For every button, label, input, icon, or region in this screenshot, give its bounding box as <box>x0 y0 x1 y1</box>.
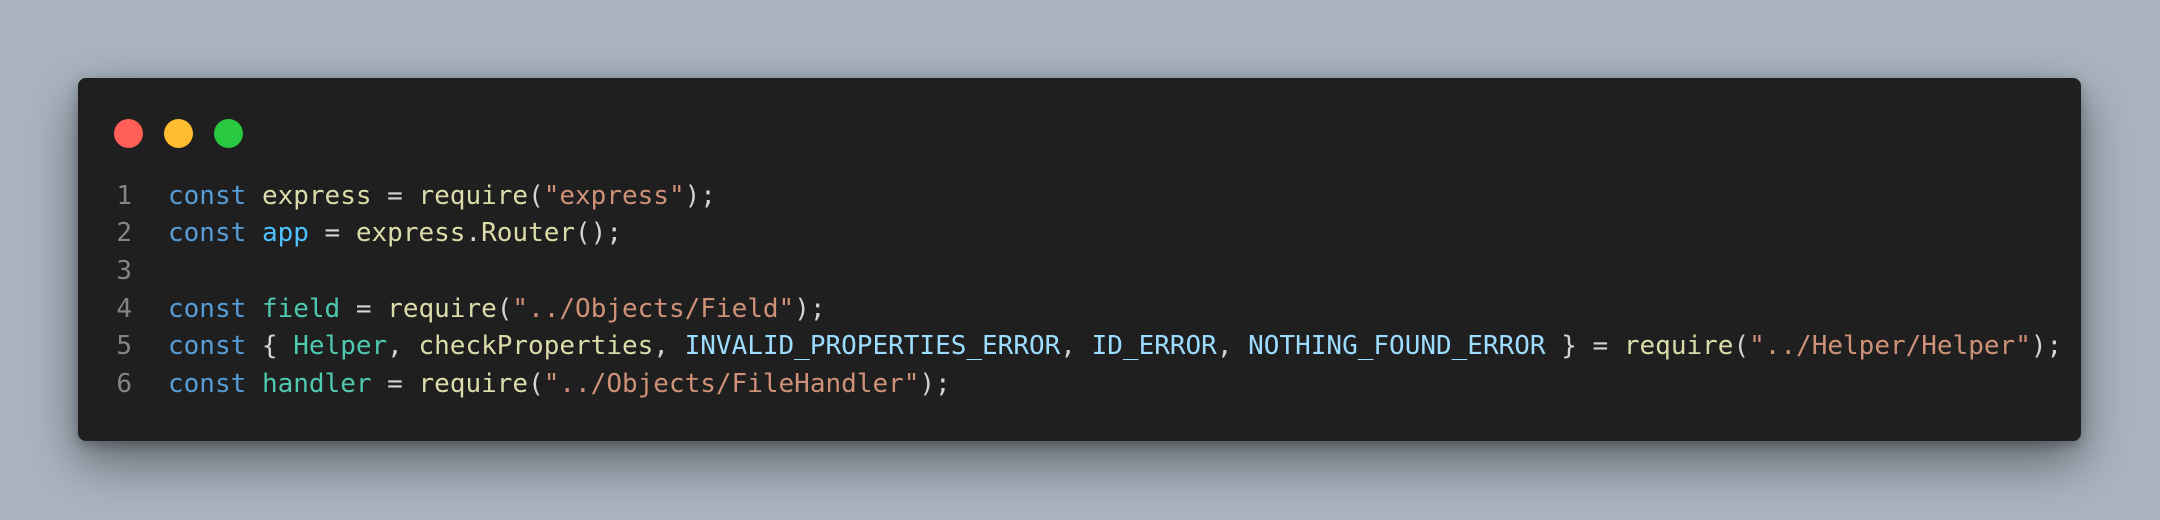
code-token-keyword: const <box>168 293 247 324</box>
code-token-string: "../Objects/FileHandler" <box>543 368 920 399</box>
code-token-plain: { <box>246 331 294 362</box>
code-token-string: "../Helper/Helper" <box>1749 331 2031 362</box>
code-token-string: "express" <box>543 180 685 211</box>
code-line: 4 const field = require("../Objects/Field… <box>78 290 2081 328</box>
code-token-plain: , <box>1060 331 1092 362</box>
code-token-keyword: const <box>168 368 247 399</box>
code-token-plain: (); <box>575 218 622 249</box>
code-token-function: require <box>1623 331 1734 362</box>
maximize-window-button[interactable] <box>214 119 243 148</box>
code-token-plain: ); <box>794 293 826 324</box>
code-token-keyword: const <box>168 331 247 362</box>
code-token-function: Router <box>481 218 576 249</box>
code-token-property: ID_ERROR <box>1091 331 1217 362</box>
code-content: const app = express.Router(); <box>168 218 622 248</box>
code-token-plain: ( <box>496 293 513 324</box>
line-number: 4 <box>116 293 132 324</box>
code-token-class: Helper <box>293 331 388 362</box>
line-number: 6 <box>116 368 132 399</box>
code-token-function: express <box>261 180 372 211</box>
code-token-plain: ( <box>528 180 544 211</box>
code-token-plain: ); <box>684 180 716 211</box>
code-content: const { Helper, checkProperties, INVALID… <box>168 331 2062 361</box>
code-token-plain: = <box>371 368 419 399</box>
code-content: const handler = require("../Objects/File… <box>168 369 951 399</box>
code-line: 6 const handler = require("../Objects/Fil… <box>78 365 2081 403</box>
code-token-variable: app <box>261 218 309 249</box>
code-token-plain: , <box>387 331 419 362</box>
code-token-property: NOTHING_FOUND_ERROR <box>1248 331 1546 362</box>
code-token-plain: ); <box>2030 331 2063 362</box>
code-line: 3 <box>78 252 2081 290</box>
code-token-function: require <box>418 180 529 211</box>
line-number: 2 <box>116 218 132 249</box>
code-block: 1 const express = require("express"); 2 con… <box>78 177 2081 403</box>
close-window-button[interactable] <box>114 119 143 148</box>
code-token-plain: ( <box>1733 331 1750 362</box>
code-token-keyword: const <box>168 180 247 211</box>
code-token-function: checkProperties <box>418 331 654 362</box>
code-line: 2 const app = express.Router(); <box>78 215 2081 253</box>
code-token-plain: , <box>1216 331 1249 362</box>
window-controls <box>114 119 243 148</box>
code-token-plain: ( <box>528 368 544 399</box>
code-token-plain: = <box>371 180 419 211</box>
minimize-window-button[interactable] <box>164 119 193 148</box>
code-token-property: INVALID_PROPERTIES_ERROR <box>684 331 1061 362</box>
code-token-function: express <box>355 218 466 249</box>
code-content: const field = require("../Objects/Field"… <box>168 294 826 324</box>
code-content: const express = require("express"); <box>168 181 716 211</box>
code-token-plain: } = <box>1545 331 1624 362</box>
code-token-plain: = <box>340 293 388 324</box>
code-window: 1 const express = require("express"); 2 con… <box>78 78 2081 441</box>
code-token-plain: , <box>653 331 685 362</box>
code-token-plain: . <box>465 218 482 249</box>
code-line: 1 const express = require("express"); <box>78 177 2081 215</box>
code-token-string: "../Objects/Field" <box>512 293 795 324</box>
line-number: 3 <box>116 255 132 286</box>
code-line: 5 const { Helper, checkProperties, INVALI… <box>78 327 2081 365</box>
code-token-plain: = <box>308 218 356 249</box>
code-token-keyword: const <box>168 218 247 249</box>
code-token-plain: ); <box>919 368 951 399</box>
code-token-class: handler <box>261 368 372 399</box>
line-number: 5 <box>116 331 132 362</box>
line-number: 1 <box>116 180 132 211</box>
code-token-function: require <box>387 293 497 324</box>
code-token-class: field <box>261 293 341 324</box>
code-token-function: require <box>418 368 529 399</box>
